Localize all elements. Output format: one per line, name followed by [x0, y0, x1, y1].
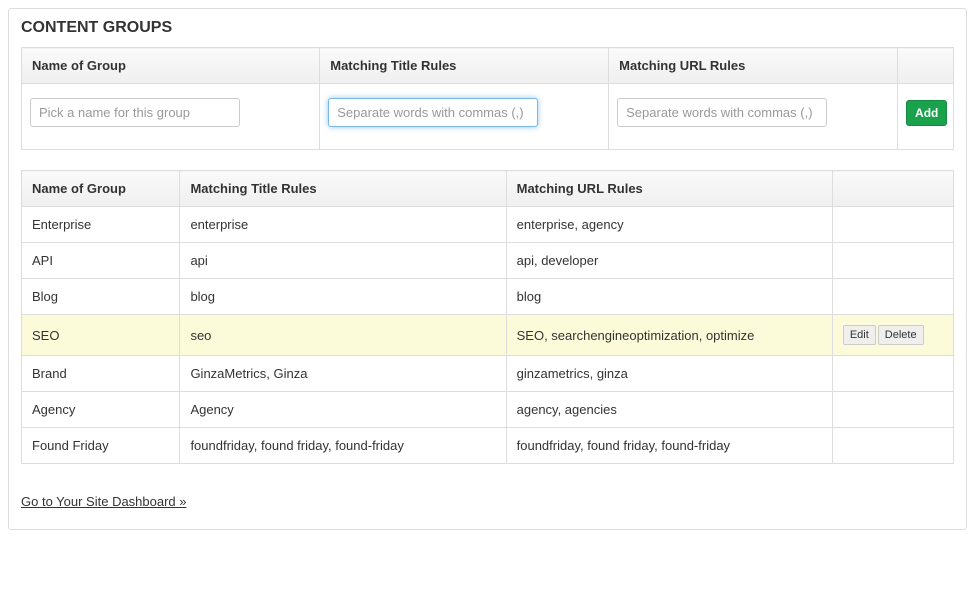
table-header-name: Name of Group	[22, 171, 180, 207]
cell-url-rules: enterprise, agency	[506, 207, 832, 243]
panel-title: CONTENT GROUPS	[21, 19, 954, 37]
cell-url-rules: SEO, searchengineoptimization, optimize	[506, 315, 832, 356]
url-rules-input[interactable]	[617, 98, 827, 127]
cell-actions	[832, 428, 953, 464]
cell-actions	[832, 243, 953, 279]
form-header-title-rules: Matching Title Rules	[320, 48, 609, 84]
cell-title-rules: blog	[180, 279, 506, 315]
table-row: AgencyAgencyagency, agencies	[22, 392, 954, 428]
cell-actions: EditDelete	[832, 315, 953, 356]
content-groups-panel: CONTENT GROUPS Name of Group Matching Ti…	[8, 8, 967, 530]
cell-url-rules: agency, agencies	[506, 392, 832, 428]
form-header-url-rules: Matching URL Rules	[609, 48, 898, 84]
cell-group-name: Blog	[22, 279, 180, 315]
table-row: Found Fridayfoundfriday, found friday, f…	[22, 428, 954, 464]
create-group-table: Name of Group Matching Title Rules Match…	[21, 47, 954, 150]
groups-table: Name of Group Matching Title Rules Match…	[21, 170, 954, 464]
cell-title-rules: seo	[180, 315, 506, 356]
cell-url-rules: blog	[506, 279, 832, 315]
table-header-title-rules: Matching Title Rules	[180, 171, 506, 207]
form-header-actions	[898, 48, 954, 84]
cell-actions	[832, 279, 953, 315]
cell-group-name: SEO	[22, 315, 180, 356]
cell-actions	[832, 392, 953, 428]
group-name-input[interactable]	[30, 98, 240, 127]
cell-group-name: Brand	[22, 356, 180, 392]
form-header-name: Name of Group	[22, 48, 320, 84]
add-button[interactable]: Add	[906, 100, 947, 126]
cell-title-rules: Agency	[180, 392, 506, 428]
table-row: BrandGinzaMetrics, Ginzaginzametrics, gi…	[22, 356, 954, 392]
cell-actions	[832, 207, 953, 243]
cell-group-name: Agency	[22, 392, 180, 428]
table-header-url-rules: Matching URL Rules	[506, 171, 832, 207]
table-header-actions	[832, 171, 953, 207]
cell-url-rules: foundfriday, found friday, found-friday	[506, 428, 832, 464]
table-row: APIapiapi, developer	[22, 243, 954, 279]
cell-actions	[832, 356, 953, 392]
cell-title-rules: GinzaMetrics, Ginza	[180, 356, 506, 392]
cell-group-name: Found Friday	[22, 428, 180, 464]
table-row: Enterpriseenterpriseenterprise, agency	[22, 207, 954, 243]
cell-url-rules: ginzametrics, ginza	[506, 356, 832, 392]
delete-button[interactable]: Delete	[878, 325, 924, 345]
cell-group-name: API	[22, 243, 180, 279]
cell-title-rules: foundfriday, found friday, found-friday	[180, 428, 506, 464]
cell-title-rules: enterprise	[180, 207, 506, 243]
dashboard-link[interactable]: Go to Your Site Dashboard »	[21, 494, 187, 509]
table-row: Blogblogblog	[22, 279, 954, 315]
cell-title-rules: api	[180, 243, 506, 279]
table-row: SEOseoSEO, searchengineoptimization, opt…	[22, 315, 954, 356]
cell-url-rules: api, developer	[506, 243, 832, 279]
edit-button[interactable]: Edit	[843, 325, 876, 345]
title-rules-input[interactable]	[328, 98, 538, 127]
cell-group-name: Enterprise	[22, 207, 180, 243]
